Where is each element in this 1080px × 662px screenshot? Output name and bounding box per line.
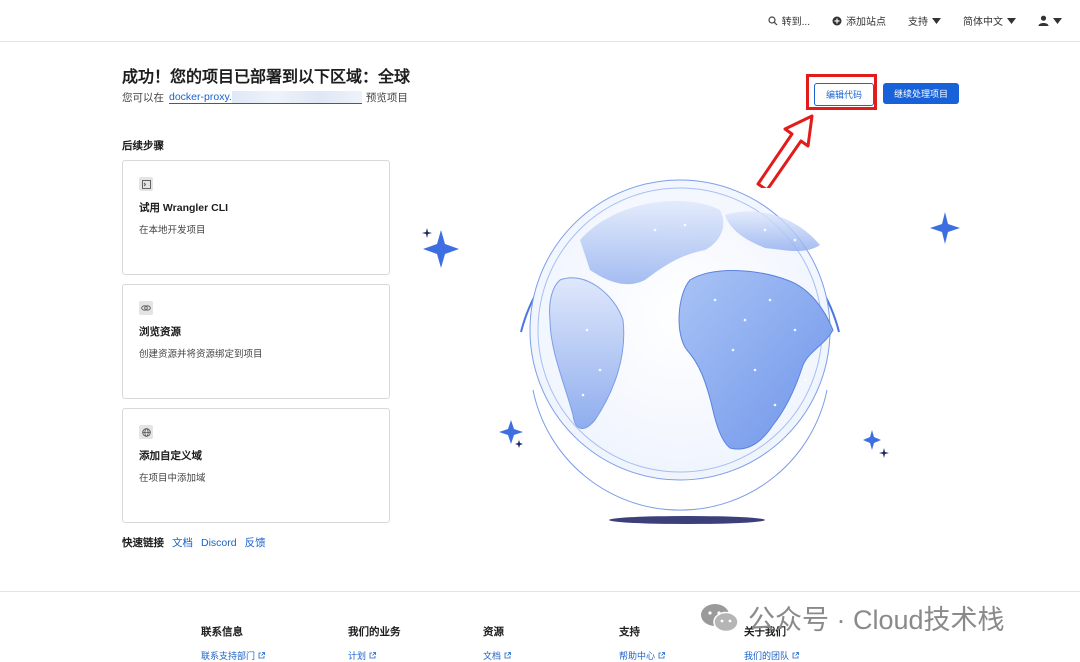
next-steps-heading: 后续步骤 [122,140,164,152]
quick-link-discord[interactable]: Discord [201,537,237,549]
card-browse-resources[interactable]: 浏览资源 创建资源并将资源绑定到项目 [122,284,390,399]
caret-down-icon [1053,17,1062,24]
card-title: 浏览资源 [139,326,181,338]
search-icon [768,15,778,25]
redacted-url [231,91,362,104]
terminal-icon [139,177,153,191]
footer-link-label: 帮助中心 [619,651,656,661]
footer-link[interactable]: 文档 [483,649,511,662]
footer-heading: 支持 [619,626,640,638]
goto-label: 转到... [781,17,810,28]
footer-col-contact: 联系信息 联系支持部门 [201,624,265,662]
user-icon [1038,15,1049,26]
support-menu[interactable]: 支持 [908,13,941,28]
language-menu[interactable]: 简体中文 [963,13,1016,28]
watermark-text: 公众号 · Cloud技术栈 [748,605,1005,635]
add-site-label: 添加站点 [846,17,886,28]
preview-info: 您可以在 docker-proxy. 预览项目 [122,90,408,105]
caret-down-icon [1007,17,1016,24]
preview-prefix: 您可以在 [122,92,164,104]
page-title: 成功！您的项目已部署到以下区域：全球 [122,69,411,86]
globe-icon [139,425,153,439]
preview-suffix: 预览项目 [365,92,408,104]
user-menu[interactable] [1038,15,1062,26]
top-navigation: 转到... 添加站点 支持 简体中文 [0,0,1080,42]
preview-url-link[interactable]: docker-proxy. [169,91,232,104]
edit-code-button[interactable]: 编辑代码 [814,83,874,106]
link-icon [139,301,153,315]
footer-link[interactable]: 计划 [348,649,401,662]
footer-link[interactable]: 我们的团队 [744,649,799,662]
goto-button[interactable]: 转到... [768,13,810,28]
card-title: 试用 Wrangler CLI [139,202,229,214]
footer-heading: 我们的业务 [348,626,401,638]
continue-project-button[interactable]: 继续处理项目 [883,83,959,104]
card-description: 在本地开发项目 [139,225,206,236]
footer-link-label: 联系支持部门 [201,651,256,661]
plus-circle-icon [832,16,842,25]
card-description: 创建资源并将资源绑定到项目 [139,349,263,360]
footer-link[interactable]: 联系支持部门 [201,649,265,662]
footer-col-resources: 资源 文档 [483,624,511,662]
card-wrangler-cli[interactable]: 试用 Wrangler CLI 在本地开发项目 [122,160,390,275]
support-label: 支持 [908,17,928,28]
footer-link-label: 计划 [348,651,367,661]
footer-link-label: 我们的团队 [744,651,790,661]
add-site-button[interactable]: 添加站点 [832,13,886,28]
card-description: 在项目中添加域 [139,473,206,484]
language-label: 简体中文 [963,17,1003,28]
footer-col-business: 我们的业务 计划 [348,624,401,662]
card-custom-domain[interactable]: 添加自定义域 在项目中添加域 [122,408,390,523]
caret-down-icon [932,17,941,24]
footer-col-support: 支持 帮助中心 [619,624,665,662]
footer-heading: 联系信息 [201,626,243,638]
globe-illustration [422,179,960,524]
watermark: 公众号 · Cloud技术栈 [700,598,1005,637]
quick-link-docs[interactable]: 文档 [172,535,193,550]
footer-link[interactable]: 帮助中心 [619,649,665,662]
footer-link-label: 文档 [483,651,502,661]
quick-link-feedback[interactable]: 反馈 [245,535,266,550]
quick-links-label: 快速链接 [122,537,164,549]
card-title: 添加自定义域 [139,450,202,462]
quick-links: 快速链接 文档 Discord 反馈 [122,535,266,550]
wechat-icon [701,603,739,632]
footer-heading: 资源 [483,626,504,638]
